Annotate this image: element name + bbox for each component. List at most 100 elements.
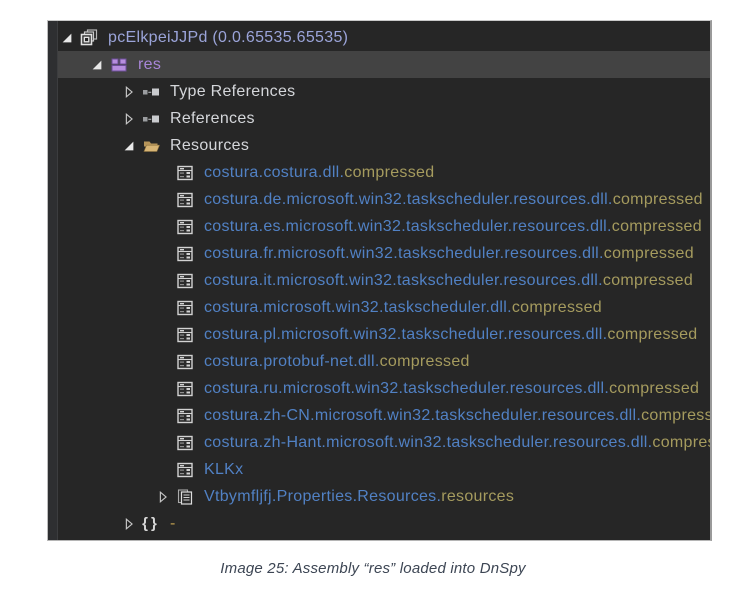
expander-collapsed-icon[interactable]: [120, 111, 138, 127]
tree-row-label: costura.costura.dll.compressed: [204, 164, 434, 182]
label-segment: costura.ru.microsoft.win32.taskscheduler…: [204, 380, 609, 397]
expander-spacer: [154, 435, 172, 451]
label-segment: -: [170, 515, 176, 532]
namespace-icon: {}: [141, 515, 161, 533]
tree-row-label: costura.es.microsoft.win32.taskscheduler…: [204, 218, 702, 236]
expander-collapsed-icon[interactable]: [120, 516, 138, 532]
resource-icon: [175, 245, 195, 263]
expander-expanded-icon[interactable]: [88, 57, 106, 73]
expander-expanded-icon[interactable]: [58, 30, 76, 46]
tree-row-resource[interactable]: costura.de.microsoft.win32.taskscheduler…: [58, 186, 710, 213]
label-segment: compressed: [641, 407, 712, 424]
screenshot-caption: Image 25: Assembly “res” loaded into DnS…: [0, 560, 746, 577]
label-segment: costura.it.microsoft.win32.taskscheduler…: [204, 272, 603, 289]
label-segment: Type References: [170, 83, 295, 100]
dnspy-assembly-explorer: pcElkpeiJJPd (0.0.65535.65535) res Type Re…: [47, 20, 712, 541]
tree-row-label: costura.ru.microsoft.win32.taskscheduler…: [204, 380, 699, 398]
tree-row-label: costura.zh-Hant.microsoft.win32.tasksche…: [204, 434, 712, 452]
expander-spacer: [154, 219, 172, 235]
tree-row-resource[interactable]: costura.ru.microsoft.win32.taskscheduler…: [58, 375, 710, 402]
label-segment: costura.microsoft.win32.taskscheduler.dl…: [204, 299, 512, 316]
tree-row-resource[interactable]: costura.it.microsoft.win32.taskscheduler…: [58, 267, 710, 294]
tree-row-resource[interactable]: costura.zh-Hant.microsoft.win32.tasksche…: [58, 429, 710, 456]
resource-icon: [175, 299, 195, 317]
label-segment: costura.fr.microsoft.win32.taskscheduler…: [204, 245, 604, 262]
folder-open-icon: [141, 137, 161, 155]
type-references-icon: [141, 83, 161, 101]
resource-icon: [175, 326, 195, 344]
tree-row-label: costura.de.microsoft.win32.taskscheduler…: [204, 191, 703, 209]
label-segment: costura.zh-Hant.microsoft.win32.tasksche…: [204, 434, 652, 451]
label-segment: costura.protobuf-net.dll.: [204, 353, 380, 370]
expander-spacer: [154, 327, 172, 343]
references-icon: [141, 110, 161, 128]
label-segment: compressed: [604, 245, 694, 262]
document-page: pcElkpeiJJPd (0.0.65535.65535) res Type Re…: [0, 0, 746, 608]
tree-row-label: costura.microsoft.win32.taskscheduler.dl…: [204, 299, 602, 317]
label-segment: compressed: [512, 299, 602, 316]
label-segment: resources: [441, 488, 514, 505]
resource-icon: [175, 380, 195, 398]
resources-file-icon: [175, 488, 195, 506]
expander-spacer: [154, 408, 172, 424]
label-segment: compressed: [613, 191, 703, 208]
expander-spacer: [154, 381, 172, 397]
expander-collapsed-icon[interactable]: [154, 489, 172, 505]
label-segment: KLKx: [204, 461, 243, 478]
expander-spacer: [154, 462, 172, 478]
tree-row-label: costura.zh-CN.microsoft.win32.taskschedu…: [204, 407, 712, 425]
label-segment: compressed: [609, 380, 699, 397]
tree-row-label: costura.pl.microsoft.win32.taskscheduler…: [204, 326, 698, 344]
tree-row-references[interactable]: References: [58, 105, 710, 132]
resource-icon: [175, 353, 195, 371]
tree-row-label: KLKx: [204, 461, 243, 479]
label-segment: compressed: [603, 272, 693, 289]
resource-icon: [175, 434, 195, 452]
tree-row-resources-folder[interactable]: Resources: [58, 132, 710, 159]
tree-row-label: Type References: [170, 83, 295, 101]
tree-row-assembly[interactable]: pcElkpeiJJPd (0.0.65535.65535): [58, 24, 710, 51]
tree-row-label: -: [170, 515, 176, 533]
tree-row-resource[interactable]: KLKx: [58, 456, 710, 483]
label-segment: costura.pl.microsoft.win32.taskscheduler…: [204, 326, 607, 343]
label-segment: res: [138, 56, 161, 73]
label-segment: compressed: [344, 164, 434, 181]
tree-row-resource[interactable]: costura.zh-CN.microsoft.win32.taskschedu…: [58, 402, 710, 429]
tree-row-resource[interactable]: costura.costura.dll.compressed: [58, 159, 710, 186]
label-segment: Resources: [170, 137, 249, 154]
label-segment: References: [170, 110, 255, 127]
tree-row-label: costura.protobuf-net.dll.compressed: [204, 353, 470, 371]
tree-row-label: Resources: [170, 137, 249, 155]
tree-row-resource[interactable]: costura.es.microsoft.win32.taskscheduler…: [58, 213, 710, 240]
tree-row-module-res[interactable]: res: [58, 51, 710, 78]
expander-collapsed-icon[interactable]: [120, 84, 138, 100]
tree-row-namespace[interactable]: {}-: [58, 510, 710, 537]
label-segment: costura.es.microsoft.win32.taskscheduler…: [204, 218, 612, 235]
label-segment: costura.costura.dll.: [204, 164, 344, 181]
resource-icon: [175, 407, 195, 425]
expander-spacer: [154, 192, 172, 208]
expander-expanded-icon[interactable]: [120, 138, 138, 154]
tree-row-label: Vtbymfljfj.Properties.Resources.resource…: [204, 488, 514, 506]
expander-spacer: [154, 165, 172, 181]
tree-row-type-references[interactable]: Type References: [58, 78, 710, 105]
tree-row-resource[interactable]: costura.pl.microsoft.win32.taskscheduler…: [58, 321, 710, 348]
tree-row-label: pcElkpeiJJPd (0.0.65535.65535): [108, 29, 348, 47]
tree-row-label: costura.fr.microsoft.win32.taskscheduler…: [204, 245, 694, 263]
resource-icon: [175, 164, 195, 182]
expander-spacer: [154, 300, 172, 316]
expander-spacer: [154, 246, 172, 262]
expander-spacer: [154, 354, 172, 370]
assembly-icon: [79, 29, 99, 47]
module-icon: [109, 56, 129, 74]
tree-row-resource[interactable]: costura.microsoft.win32.taskscheduler.dl…: [58, 294, 710, 321]
tree-row-resource[interactable]: costura.fr.microsoft.win32.taskscheduler…: [58, 240, 710, 267]
tree-row-label: res: [138, 56, 161, 74]
tree-row-resource[interactable]: costura.protobuf-net.dll.compressed: [58, 348, 710, 375]
label-segment: compressed: [380, 353, 470, 370]
label-segment: costura.de.microsoft.win32.taskscheduler…: [204, 191, 613, 208]
expander-spacer: [154, 273, 172, 289]
label-segment: costura.zh-CN.microsoft.win32.taskschedu…: [204, 407, 641, 424]
tree-row-resources-file[interactable]: Vtbymfljfj.Properties.Resources.resource…: [58, 483, 710, 510]
label-segment: compressed: [652, 434, 712, 451]
